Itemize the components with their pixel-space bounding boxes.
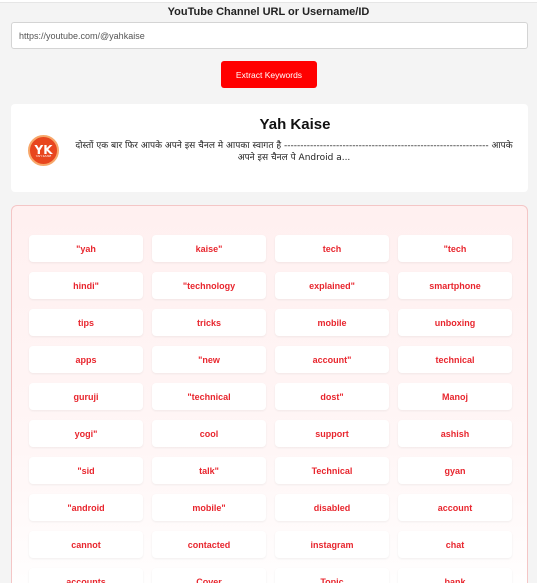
- keyword-chip[interactable]: "sid: [29, 457, 143, 484]
- keyword-chip[interactable]: disabled: [275, 494, 389, 521]
- keyword-chip[interactable]: guruji: [29, 383, 143, 410]
- keyword-chip[interactable]: "yah: [29, 235, 143, 262]
- keyword-chip[interactable]: ashish: [398, 420, 512, 447]
- keyword-chip[interactable]: chat: [398, 531, 512, 558]
- keyword-chip[interactable]: "new: [152, 346, 266, 373]
- channel-description: दोस्तों एक बार फिर आपके अपने इस चैनल मे …: [75, 141, 513, 163]
- channel-url-label: YouTube Channel URL or Username/ID: [167, 6, 370, 18]
- keyword-chip[interactable]: gyan: [398, 457, 512, 484]
- keyword-chip[interactable]: smartphone: [398, 272, 512, 299]
- channel-logo-subtext: YAH KAISE: [35, 154, 52, 158]
- keyword-chip[interactable]: apps: [29, 346, 143, 373]
- keyword-chip[interactable]: mobile": [152, 494, 266, 521]
- keyword-chip[interactable]: tech: [275, 235, 389, 262]
- keyword-chip[interactable]: contacted: [152, 531, 266, 558]
- channel-name: Yah Kaise: [259, 116, 331, 133]
- keyword-chip[interactable]: talk": [152, 457, 266, 484]
- keyword-chip[interactable]: yogi": [29, 420, 143, 447]
- keyword-chip[interactable]: Manoj: [398, 383, 512, 410]
- keyword-chip[interactable]: hindi": [29, 272, 143, 299]
- keywords-grid: "yah kaise" tech "tech hindi" "technology expl…: [29, 235, 512, 583]
- keyword-chip[interactable]: mobile: [275, 309, 389, 336]
- top-strip: [0, 0, 537, 3]
- extract-keywords-button[interactable]: Extract Keywords: [221, 61, 317, 88]
- channel-logo: YK YAH KAISE: [28, 135, 59, 166]
- keyword-chip[interactable]: tips: [29, 309, 143, 336]
- keyword-chip[interactable]: "tech: [398, 235, 512, 262]
- keyword-chip[interactable]: Topic: [275, 568, 389, 583]
- keyword-chip[interactable]: explained": [275, 272, 389, 299]
- keyword-chip[interactable]: cool: [152, 420, 266, 447]
- keyword-chip[interactable]: dost": [275, 383, 389, 410]
- keyword-chip[interactable]: Technical: [275, 457, 389, 484]
- keyword-chip[interactable]: "android: [29, 494, 143, 521]
- keyword-chip[interactable]: Cover: [152, 568, 266, 583]
- channel-card: Yah Kaise YK YAH KAISE दोस्तों एक बार फि…: [11, 104, 528, 192]
- keyword-chip[interactable]: technical: [398, 346, 512, 373]
- keyword-chip[interactable]: "technical: [152, 383, 266, 410]
- keyword-chip[interactable]: instagram: [275, 531, 389, 558]
- keyword-chip[interactable]: kaise": [152, 235, 266, 262]
- keyword-chip[interactable]: cannot: [29, 531, 143, 558]
- keywords-panel: "yah kaise" tech "tech hindi" "technology expl…: [11, 205, 528, 583]
- keyword-chip[interactable]: account: [398, 494, 512, 521]
- keyword-chip[interactable]: account": [275, 346, 389, 373]
- keyword-chip[interactable]: "technology: [152, 272, 266, 299]
- keyword-chip[interactable]: unboxing: [398, 309, 512, 336]
- channel-url-input[interactable]: [11, 22, 528, 49]
- keyword-chip[interactable]: bank: [398, 568, 512, 583]
- keyword-chip[interactable]: support: [275, 420, 389, 447]
- keyword-chip[interactable]: accounts: [29, 568, 143, 583]
- keyword-chip[interactable]: tricks: [152, 309, 266, 336]
